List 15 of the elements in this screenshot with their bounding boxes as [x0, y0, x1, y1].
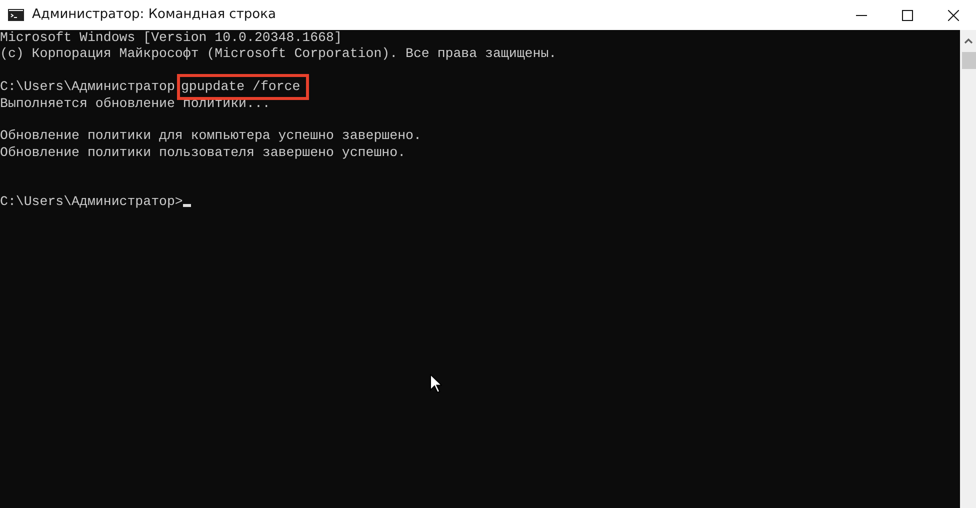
terminal-icon — [8, 9, 24, 21]
output-line: Microsoft Windows [Version 10.0.20348.1668] — [0, 30, 342, 45]
highlighted-command: gpupdate /force — [176, 74, 310, 100]
scroll-up-icon[interactable] — [964, 38, 972, 44]
mouse-pointer-icon — [430, 374, 442, 393]
output-line: (c) Корпорация Майкрософт (Microsoft Corporation). Все права защищены. — [0, 46, 557, 62]
close-icon[interactable] — [948, 10, 958, 20]
prompt-text: C:\Users\Администратор — [0, 79, 175, 94]
output-line: Обновление политики для компьютера успешно завершено. — [0, 128, 422, 144]
scrollbar[interactable] — [960, 30, 976, 508]
window-title: Администратор: Командная строка — [32, 6, 277, 24]
scroll-thumb[interactable] — [962, 52, 976, 69]
prompt-text: C:\Users\Администратор> — [0, 194, 183, 209]
output-line: Обновление политики пользователя завершено успешно. — [0, 144, 406, 160]
maximize-icon[interactable] — [902, 10, 912, 20]
